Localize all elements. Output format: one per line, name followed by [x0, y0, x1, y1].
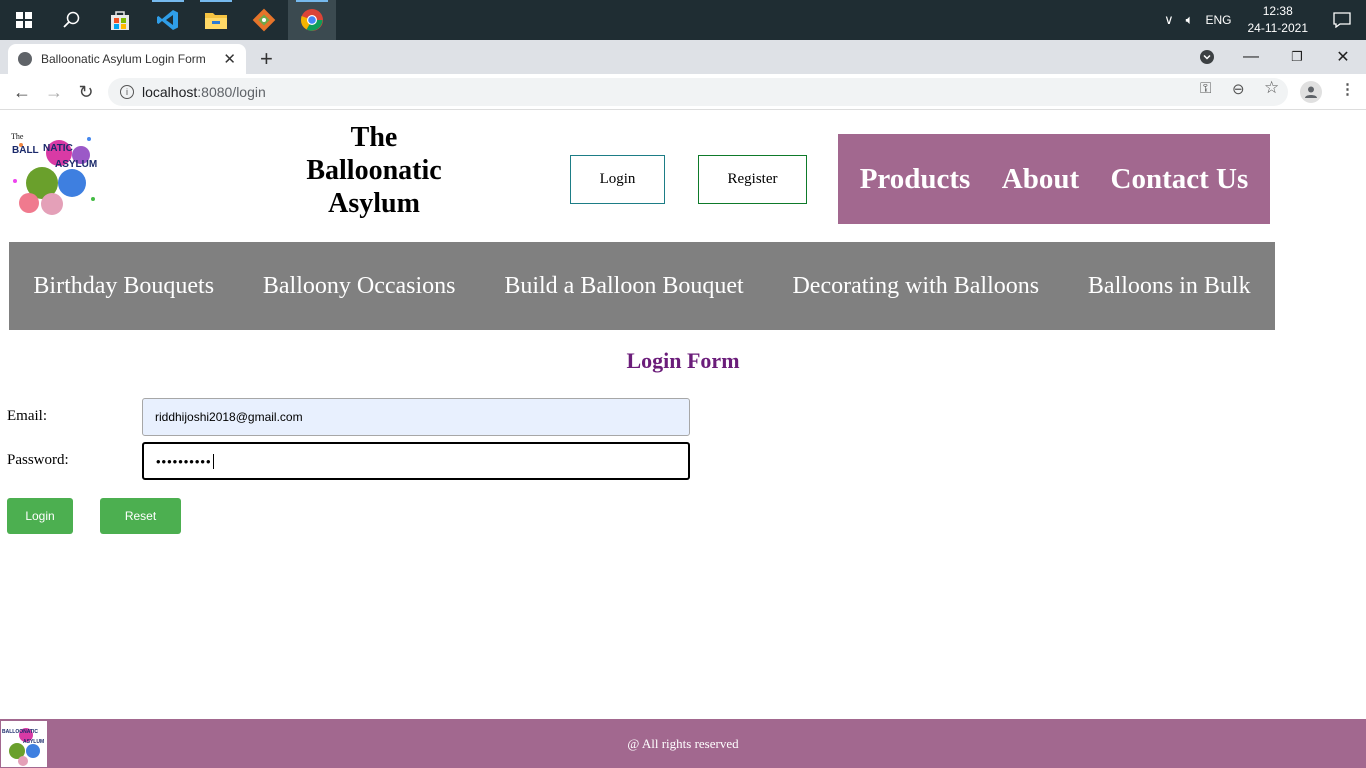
reload-button[interactable]: ↻ — [74, 80, 98, 104]
back-button[interactable]: ← — [10, 80, 34, 104]
arrow-right-icon: → — [45, 81, 63, 102]
svg-text:The: The — [11, 132, 24, 141]
profile-button[interactable] — [1300, 81, 1322, 103]
password-mask: •••••••••• — [156, 453, 212, 469]
chrome-icon — [301, 9, 323, 31]
folder-icon — [205, 13, 227, 29]
info-icon: i — [120, 85, 134, 99]
login-button[interactable]: Login — [7, 498, 73, 534]
brand-line-2: Balloonatic — [306, 155, 442, 186]
globe-icon — [18, 52, 32, 66]
tray-chevron[interactable]: ∨ — [1158, 12, 1180, 28]
tab-close-icon[interactable]: ✕ — [223, 50, 236, 68]
close-icon: ✕ — [1336, 49, 1350, 66]
running-indicator — [152, 0, 184, 2]
browser-tab-strip: Balloonatic Asylum Login Form ✕ + — ❐ ✕ — [0, 40, 1366, 74]
store-icon — [111, 11, 129, 30]
text-cursor — [212, 453, 214, 469]
arrow-left-icon: ← — [13, 81, 31, 102]
volume-button[interactable]: 🔈︎ — [1180, 12, 1200, 28]
email-field[interactable]: riddhijoshi2018@gmail.com — [142, 398, 690, 436]
notifications-button[interactable] — [1318, 12, 1366, 28]
footer-logo: BALLOONATIC ASYLUM — [1, 721, 47, 767]
footer: BALLOONATIC ASYLUM @ All rights reserved — [0, 719, 1366, 768]
header-login-button[interactable]: Login — [570, 155, 665, 204]
nav-contact-us[interactable]: Contact Us — [1111, 163, 1249, 196]
nav-products[interactable]: Products — [860, 163, 971, 196]
search-button[interactable] — [48, 0, 96, 40]
system-tray: ∨ 🔈︎ ENG 12:38 24-11-2021 — [1158, 0, 1366, 40]
category-birthday-bouquets[interactable]: Birthday Bouquets — [33, 273, 214, 300]
category-decorating-with-balloons[interactable]: Decorating with Balloons — [792, 273, 1039, 300]
close-window-button[interactable]: ✕ — [1320, 40, 1366, 74]
minimize-icon: — — [1243, 48, 1259, 65]
tab-title: Balloonatic Asylum Login Form — [41, 52, 206, 66]
taskbar-store[interactable] — [96, 0, 144, 40]
nav-about[interactable]: About — [1002, 163, 1079, 196]
email-label: Email: — [7, 408, 47, 424]
url-host: localhost — [142, 84, 198, 100]
brand-line-1: The — [350, 122, 398, 153]
svg-text:ASYLUM: ASYLUM — [23, 739, 44, 745]
password-label: Password: — [7, 452, 69, 468]
vscode-icon — [157, 10, 178, 30]
category-balloony-occasions[interactable]: Balloony Occasions — [263, 273, 456, 300]
search-icon — [63, 11, 80, 28]
forward-button[interactable]: → — [42, 80, 66, 104]
clock-time: 12:38 — [1262, 4, 1293, 18]
category-nav: Birthday Bouquets Balloony Occasions Bui… — [9, 242, 1275, 330]
svg-text:BALL: BALL — [12, 145, 39, 156]
taskbar-chrome[interactable] — [288, 0, 336, 40]
language-indicator[interactable]: ENG — [1199, 13, 1237, 27]
key-icon[interactable]: ⚿ — [1200, 80, 1211, 97]
chevron-up-icon: ∨ — [1164, 12, 1174, 27]
notification-icon — [1333, 12, 1351, 28]
start-button[interactable] — [0, 0, 48, 40]
restore-button[interactable]: ❐ — [1274, 40, 1320, 74]
url-path: :8080/login — [197, 84, 266, 100]
taskbar-git[interactable] — [240, 0, 288, 40]
kebab-menu-icon[interactable]: ⋮ — [1340, 80, 1355, 98]
chevron-down-icon — [1200, 50, 1214, 64]
windows-icon — [16, 12, 32, 28]
person-icon — [1305, 86, 1317, 98]
minimize-button[interactable]: — — [1228, 40, 1274, 74]
browser-toolbar: ← → ↻ i localhost:8080/login ⚿ ⊖ ☆ ⋮ — [0, 74, 1366, 110]
browser-tab[interactable]: Balloonatic Asylum Login Form ✕ — [8, 44, 246, 74]
category-build-a-balloon-bouquet[interactable]: Build a Balloon Bouquet — [504, 273, 743, 300]
form-title: Login Form — [626, 348, 740, 373]
address-bar[interactable]: i localhost:8080/login — [108, 78, 1288, 106]
speaker-icon: 🔈︎ — [1185, 12, 1194, 27]
taskbar-vscode[interactable] — [144, 0, 192, 40]
reload-icon: ↻ — [78, 81, 94, 102]
svg-text:BALLOONATIC: BALLOONATIC — [2, 729, 38, 735]
brand-line-3: Asylum — [328, 188, 420, 219]
footer-copyright: @ All rights reserved — [627, 735, 739, 751]
new-tab-button[interactable]: + — [260, 46, 273, 72]
windows-taskbar: ∨ 🔈︎ ENG 12:38 24-11-2021 — [0, 0, 1366, 40]
clock[interactable]: 12:38 24-11-2021 — [1238, 3, 1319, 37]
tab-search-button[interactable] — [1184, 40, 1230, 74]
running-indicator — [200, 0, 232, 2]
reset-button[interactable]: Reset — [100, 498, 181, 534]
restore-icon: ❐ — [1291, 49, 1303, 64]
clock-date: 24-11-2021 — [1247, 21, 1309, 35]
main-nav: Products About Contact Us — [838, 134, 1270, 224]
password-field[interactable]: •••••••••• — [142, 442, 690, 480]
header-register-button[interactable]: Register — [698, 155, 807, 204]
svg-text:NATIC: NATIC — [43, 143, 73, 154]
site-logo[interactable]: The BALL NATIC ASYLUM — [9, 125, 101, 215]
zoom-icon[interactable]: ⊖ — [1232, 80, 1245, 98]
taskbar-file-explorer[interactable] — [192, 0, 240, 40]
brand-title: The Balloonatic Asylum — [290, 121, 458, 220]
star-icon[interactable]: ☆ — [1264, 78, 1279, 98]
page-content: The BALL NATIC ASYLUM The Balloonatic As… — [0, 111, 1366, 768]
svg-text:ASYLUM: ASYLUM — [55, 159, 97, 170]
git-icon — [252, 8, 276, 32]
running-indicator — [296, 0, 328, 2]
category-balloons-in-bulk[interactable]: Balloons in Bulk — [1088, 273, 1251, 300]
